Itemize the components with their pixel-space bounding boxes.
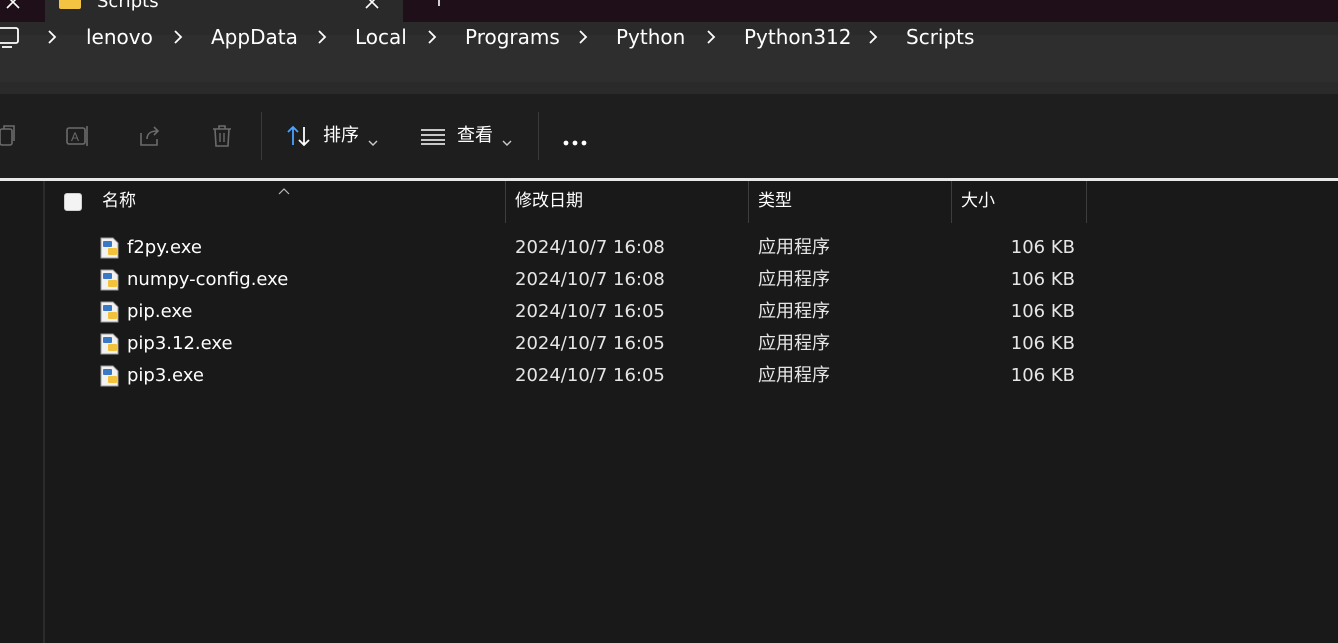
column-header-type[interactable]: 类型 <box>758 189 792 213</box>
column-resize-handle[interactable] <box>1086 181 1087 223</box>
python-exe-icon <box>98 268 122 292</box>
copy-icon[interactable] <box>0 123 20 149</box>
column-header-modified[interactable]: 修改日期 <box>515 189 583 213</box>
file-size: 106 KB <box>1010 333 1075 354</box>
file-row[interactable]: numpy-config.exe 2024/10/7 16:08 应用程序 10… <box>46 264 1088 296</box>
breadcrumb-item-programs[interactable]: Programs <box>465 24 560 50</box>
file-modified: 2024/10/7 16:08 <box>515 237 665 258</box>
breadcrumb-item-python312[interactable]: Python312 <box>744 24 852 50</box>
more-icon[interactable] <box>561 132 591 146</box>
toolbar-divider <box>538 112 539 160</box>
sort-button[interactable]: 排序 <box>323 123 359 149</box>
file-modified: 2024/10/7 16:05 <box>515 333 665 354</box>
column-header-name[interactable]: 名称 <box>102 189 136 213</box>
computer-icon[interactable] <box>0 25 20 51</box>
tab-title: Scripts <box>97 0 159 12</box>
file-type: 应用程序 <box>758 237 830 258</box>
column-resize-handle[interactable] <box>748 181 749 223</box>
folder-icon <box>59 0 81 9</box>
select-all-checkbox[interactable] <box>64 193 82 211</box>
file-modified: 2024/10/7 16:05 <box>515 365 665 386</box>
view-button[interactable]: 查看 <box>457 123 493 149</box>
file-name: pip3.exe <box>127 365 204 386</box>
close-icon[interactable] <box>0 0 30 22</box>
new-tab-icon[interactable] <box>430 0 448 8</box>
file-row[interactable]: f2py.exe 2024/10/7 16:08 应用程序 106 KB <box>46 232 1088 264</box>
python-exe-icon <box>98 236 122 260</box>
navigation-pane-edge[interactable] <box>43 181 45 643</box>
chevron-down-icon[interactable] <box>368 132 378 146</box>
delete-icon[interactable] <box>209 123 235 149</box>
column-header-size[interactable]: 大小 <box>961 189 995 213</box>
file-row[interactable]: pip3.12.exe 2024/10/7 16:05 应用程序 106 KB <box>46 328 1088 360</box>
file-size: 106 KB <box>1010 237 1075 258</box>
close-tab-icon[interactable] <box>363 0 381 11</box>
python-exe-icon <box>98 300 122 324</box>
chevron-right-icon[interactable] <box>317 29 327 45</box>
file-name: pip3.12.exe <box>127 333 233 354</box>
chevron-right-icon[interactable] <box>427 29 437 45</box>
chevron-right-icon[interactable] <box>578 29 588 45</box>
command-bar: A 排序 查看 <box>0 94 1338 178</box>
file-name: pip.exe <box>127 301 193 322</box>
breadcrumb-item-local[interactable]: Local <box>355 24 407 50</box>
column-resize-handle[interactable] <box>951 181 952 223</box>
chevron-down-icon[interactable] <box>502 132 512 146</box>
python-exe-icon <box>98 364 122 388</box>
breadcrumb-item-python[interactable]: Python <box>616 24 685 50</box>
sort-icon[interactable] <box>286 123 312 149</box>
rename-icon[interactable]: A <box>65 123 91 149</box>
file-modified: 2024/10/7 16:08 <box>515 269 665 290</box>
svg-text:A: A <box>71 130 79 144</box>
file-size: 106 KB <box>1010 269 1075 290</box>
chevron-right-icon[interactable] <box>47 29 57 45</box>
file-size: 106 KB <box>1010 365 1075 386</box>
tab-bar: Scripts <box>0 0 1338 22</box>
column-resize-handle[interactable] <box>505 181 506 223</box>
breadcrumb-item-lenovo[interactable]: lenovo <box>86 24 153 50</box>
file-type: 应用程序 <box>758 269 830 290</box>
file-type: 应用程序 <box>758 301 830 322</box>
tab-scripts[interactable]: Scripts <box>45 0 403 22</box>
file-size: 106 KB <box>1010 301 1075 322</box>
toolbar-divider <box>261 112 262 160</box>
share-icon[interactable] <box>137 123 163 149</box>
file-row[interactable]: pip.exe 2024/10/7 16:05 应用程序 106 KB <box>46 296 1088 328</box>
breadcrumb-item-scripts[interactable]: Scripts <box>906 24 974 50</box>
breadcrumb-item-appdata[interactable]: AppData <box>211 24 298 50</box>
file-name: numpy-config.exe <box>127 269 289 290</box>
file-name: f2py.exe <box>127 237 202 258</box>
file-row[interactable]: pip3.exe 2024/10/7 16:05 应用程序 106 KB <box>46 360 1088 392</box>
python-exe-icon <box>98 332 122 356</box>
file-modified: 2024/10/7 16:05 <box>515 301 665 322</box>
file-type: 应用程序 <box>758 333 830 354</box>
chevron-right-icon[interactable] <box>173 29 183 45</box>
chevron-right-icon[interactable] <box>706 29 716 45</box>
view-icon[interactable] <box>420 123 446 149</box>
chevron-right-icon[interactable] <box>868 29 878 45</box>
file-type: 应用程序 <box>758 365 830 386</box>
column-header-row: 名称 修改日期 类型 大小 <box>46 181 1088 223</box>
